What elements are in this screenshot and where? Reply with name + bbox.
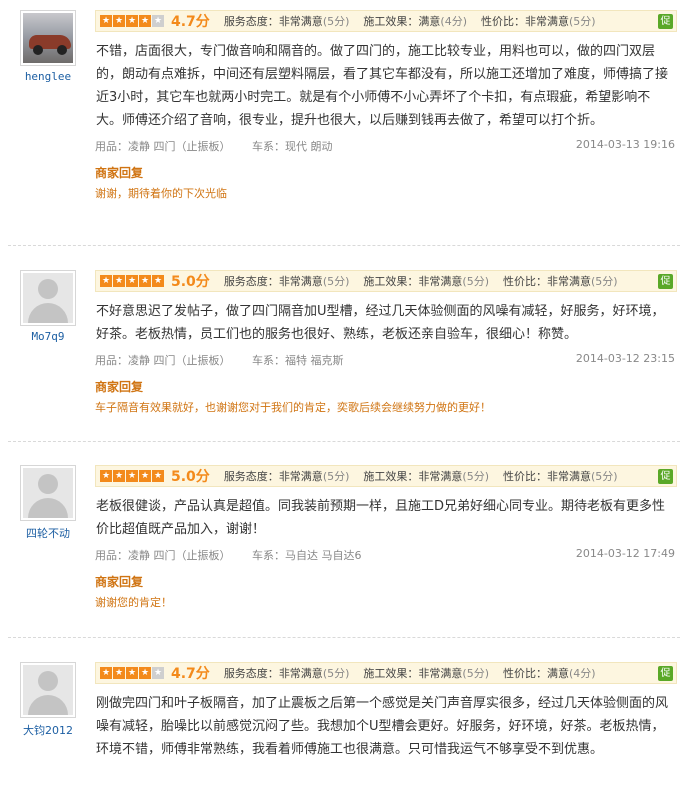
- merchant-reply-title: 商家回复: [95, 166, 144, 180]
- review-text: 不好意思迟了发帖子，做了四门隔音加U型槽，经过几天体验侧面的风噪有减轻，好服务，…: [96, 304, 665, 342]
- car-photo: [23, 13, 73, 63]
- star-rating: ★ ★ ★ ★ ★: [100, 667, 164, 679]
- promo-badge-icon[interactable]: 促: [658, 274, 673, 289]
- product-name: 凌静 四门（止振板）: [128, 354, 231, 367]
- star-icon: ★: [113, 667, 125, 679]
- car-model: 马自达 马自达6: [285, 549, 362, 562]
- star-icon: ★: [139, 275, 151, 287]
- service-rating: 服务态度：非常满意(5分): [223, 667, 350, 680]
- star-icon: ★: [100, 15, 112, 27]
- rating-bar: ★ ★ ★ ★ ★ 4.7分 服务态度：非常满意(5分) 施工效果：满意(4分) 性价比…: [95, 10, 677, 32]
- promo-badge-icon[interactable]: 促: [658, 14, 673, 29]
- value-rating: 性价比：满意(4分): [503, 667, 596, 680]
- star-rating: ★ ★ ★ ★ ★: [100, 15, 164, 27]
- review-date: 2014-03-13 19:16: [575, 138, 675, 151]
- car-model: 福特 福克斯: [285, 354, 344, 367]
- star-icon: ★: [126, 470, 138, 482]
- construction-rating: 施工效果：非常满意(5分): [363, 275, 489, 288]
- divider: [8, 637, 680, 638]
- avatar[interactable]: [20, 270, 76, 326]
- star-icon: ★: [139, 470, 151, 482]
- star-icon: ★: [100, 470, 112, 482]
- promo-badge-icon[interactable]: 促: [658, 469, 673, 484]
- rating-score: 5.0分: [171, 274, 210, 290]
- star-icon: ★: [139, 15, 151, 27]
- star-icon: ★: [100, 667, 112, 679]
- review-meta: 用品：凌静 四门（止振板） 车系：马自达 马自达6 2014-03-12 17:…: [95, 547, 675, 562]
- value-rating: 性价比：非常满意(5分): [503, 470, 618, 483]
- merchant-reply-text: 谢谢您的肯定！: [95, 596, 172, 609]
- user-column: henglee: [8, 10, 88, 83]
- username-link[interactable]: 四轮不动: [8, 525, 88, 541]
- user-column: 大钧2012: [8, 662, 88, 738]
- construction-rating: 施工效果：非常满意(5分): [363, 470, 489, 483]
- merchant-reply-title: 商家回复: [95, 575, 144, 589]
- star-icon: ★: [126, 275, 138, 287]
- divider: [8, 245, 680, 246]
- rating-score: 5.0分: [171, 469, 210, 485]
- rating-score: 4.7分: [171, 666, 210, 682]
- value-rating: 性价比：非常满意(5分): [503, 275, 618, 288]
- star-icon: ★: [126, 667, 138, 679]
- construction-rating: 施工效果：非常满意(5分): [363, 667, 489, 680]
- value-rating: 性价比：非常满意(5分): [481, 15, 596, 28]
- username-link[interactable]: Mo7q9: [8, 330, 88, 343]
- rating-bar: ★ ★ ★ ★ ★ 5.0分 服务态度：非常满意(5分) 施工效果：非常满意(5分) 性…: [95, 465, 677, 487]
- user-column: 四轮不动: [8, 465, 88, 541]
- avatar[interactable]: [20, 662, 76, 718]
- user-column: Mo7q9: [8, 270, 88, 343]
- merchant-reply-text: 车子隔音有效果就好，也谢谢您对于我们的肯定，奕歌后续会继续努力做的更好！: [95, 401, 491, 414]
- review-meta: 用品：凌静 四门（止振板） 车系：现代 朗动 2014-03-13 19:16: [95, 138, 675, 153]
- car-model: 现代 朗动: [285, 140, 333, 153]
- product-name: 凌静 四门（止振板）: [128, 549, 231, 562]
- star-icon-empty: ★: [152, 667, 164, 679]
- construction-rating: 施工效果：满意(4分): [363, 15, 467, 28]
- rating-bar: ★ ★ ★ ★ ★ 5.0分 服务态度：非常满意(5分) 施工效果：非常满意(5分) 性…: [95, 270, 677, 292]
- review-text: 不错，店面很大，专门做音响和隔音的。做了四门的，施工比较专业，用料也可以，做的四…: [96, 44, 669, 128]
- star-rating: ★ ★ ★ ★ ★: [100, 275, 164, 287]
- review-date: 2014-03-12 17:49: [575, 547, 675, 560]
- star-icon: ★: [152, 470, 164, 482]
- star-rating: ★ ★ ★ ★ ★: [100, 470, 164, 482]
- star-icon: ★: [113, 275, 125, 287]
- username-link[interactable]: 大钧2012: [8, 722, 88, 738]
- product-name: 凌静 四门（止振板）: [128, 140, 231, 153]
- review-text: 老板很健谈，产品认真是超值。同我装前预期一样，且施工D兄弟好细心同专业。期待老板…: [96, 499, 666, 537]
- review-meta: 用品：凌静 四门（止振板） 车系：福特 福克斯 2014-03-12 23:15: [95, 352, 675, 367]
- avatar[interactable]: [20, 10, 76, 66]
- promo-badge-icon[interactable]: 促: [658, 666, 673, 681]
- star-icon-empty: ★: [152, 15, 164, 27]
- star-icon: ★: [139, 667, 151, 679]
- review-text: 刚做完四门和叶子板隔音，加了止震板之后第一个感觉是关门声音厚实很多，经过几天体验…: [96, 696, 669, 757]
- default-avatar-icon: [23, 665, 73, 715]
- merchant-reply-title: 商家回复: [95, 380, 144, 394]
- star-icon: ★: [126, 15, 138, 27]
- service-rating: 服务态度：非常满意(5分): [223, 15, 350, 28]
- divider: [8, 441, 680, 442]
- default-avatar-icon: [23, 273, 73, 323]
- avatar[interactable]: [20, 465, 76, 521]
- service-rating: 服务态度：非常满意(5分): [223, 470, 350, 483]
- star-icon: ★: [152, 275, 164, 287]
- username-link[interactable]: henglee: [8, 70, 88, 83]
- merchant-reply-text: 谢谢，期待着你的下次光临: [95, 187, 227, 200]
- rating-score: 4.7分: [171, 14, 210, 30]
- default-avatar-icon: [23, 468, 73, 518]
- star-icon: ★: [100, 275, 112, 287]
- review-date: 2014-03-12 23:15: [575, 352, 675, 365]
- star-icon: ★: [113, 470, 125, 482]
- star-icon: ★: [113, 15, 125, 27]
- rating-bar: ★ ★ ★ ★ ★ 4.7分 服务态度：非常满意(5分) 施工效果：非常满意(5分) 性…: [95, 662, 677, 684]
- service-rating: 服务态度：非常满意(5分): [223, 275, 350, 288]
